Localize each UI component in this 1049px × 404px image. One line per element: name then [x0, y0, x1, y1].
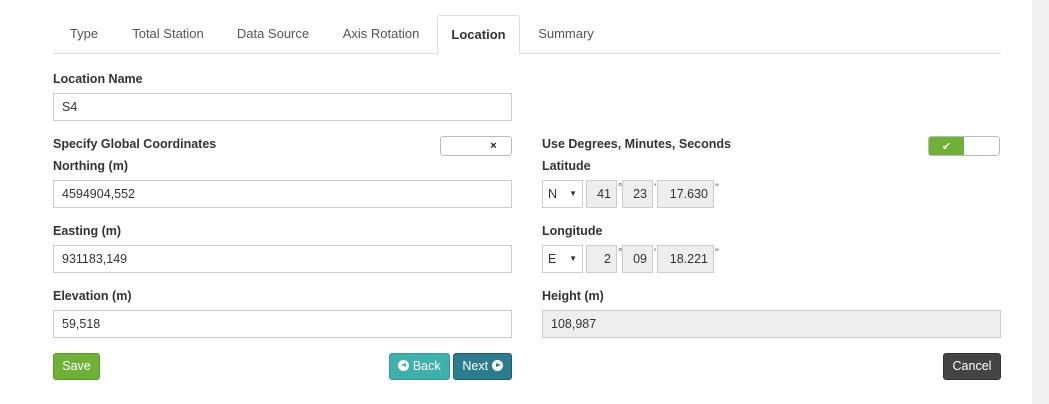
elevation-input[interactable]: 59,518 — [53, 310, 512, 338]
latitude-minutes-input[interactable]: 23 — [622, 180, 653, 208]
scrollbar[interactable] — [1032, 0, 1049, 404]
tab-axis-rotation[interactable]: Axis Rotation — [325, 15, 437, 54]
tab-data-source[interactable]: Data Source — [221, 15, 325, 54]
latitude-label: Latitude — [542, 159, 591, 173]
elevation-label: Elevation (m) — [53, 289, 132, 303]
arrow-circle-right-icon — [491, 360, 503, 371]
back-button-label: Back — [412, 359, 441, 373]
longitude-hemisphere-select[interactable]: E ▼ — [542, 245, 583, 273]
northing-input[interactable]: 4594904,552 — [53, 180, 512, 208]
dms-label: Use Degrees, Minutes, Seconds — [542, 137, 731, 151]
dms-toggle[interactable]: ✔ — [928, 136, 1000, 156]
second-symbol: " — [715, 182, 719, 194]
next-button[interactable]: Next — [453, 353, 512, 380]
latitude-hemisphere-value: N — [548, 187, 558, 201]
check-icon: ✔ — [929, 137, 964, 155]
location-name-label: Location Name — [53, 72, 143, 86]
easting-label: Easting (m) — [53, 224, 122, 238]
minute-symbol: ' — [654, 247, 657, 259]
longitude-degrees-input[interactable]: 2 — [586, 245, 617, 273]
caret-down-icon: ▼ — [569, 189, 577, 198]
second-symbol: " — [715, 247, 719, 259]
northing-label: Northing (m) — [53, 159, 128, 173]
latitude-degrees-input[interactable]: 41 — [586, 180, 617, 208]
next-button-label: Next — [462, 359, 489, 373]
longitude-label: Longitude — [542, 224, 603, 238]
caret-down-icon: ▼ — [569, 254, 577, 263]
latitude-seconds-input[interactable]: 17.630 — [657, 180, 714, 208]
global-coordinates-toggle[interactable]: × — [440, 136, 512, 156]
tab-bar: Type Total Station Data Source Axis Rota… — [53, 15, 1001, 55]
arrow-circle-left-icon — [398, 360, 410, 371]
save-button[interactable]: Save — [53, 353, 100, 380]
tab-summary[interactable]: Summary — [520, 15, 612, 54]
longitude-hemisphere-value: E — [548, 252, 557, 266]
height-label: Height (m) — [542, 289, 604, 303]
minute-symbol: ' — [654, 182, 657, 194]
height-input: 108,987 — [542, 310, 1001, 338]
global-coordinates-label: Specify Global Coordinates — [53, 137, 217, 151]
location-name-input[interactable]: S4 — [53, 93, 512, 121]
latitude-hemisphere-select[interactable]: N ▼ — [542, 180, 583, 208]
tab-type[interactable]: Type — [53, 15, 115, 54]
close-icon: × — [476, 137, 511, 155]
tab-total-station[interactable]: Total Station — [115, 15, 221, 54]
easting-input[interactable]: 931183,149 — [53, 245, 512, 273]
tab-location[interactable]: Location — [437, 15, 520, 55]
back-button[interactable]: Back — [389, 353, 450, 380]
longitude-seconds-input[interactable]: 18.221 — [657, 245, 714, 273]
longitude-minutes-input[interactable]: 09 — [622, 245, 653, 273]
cancel-button[interactable]: Cancel — [943, 353, 1001, 380]
